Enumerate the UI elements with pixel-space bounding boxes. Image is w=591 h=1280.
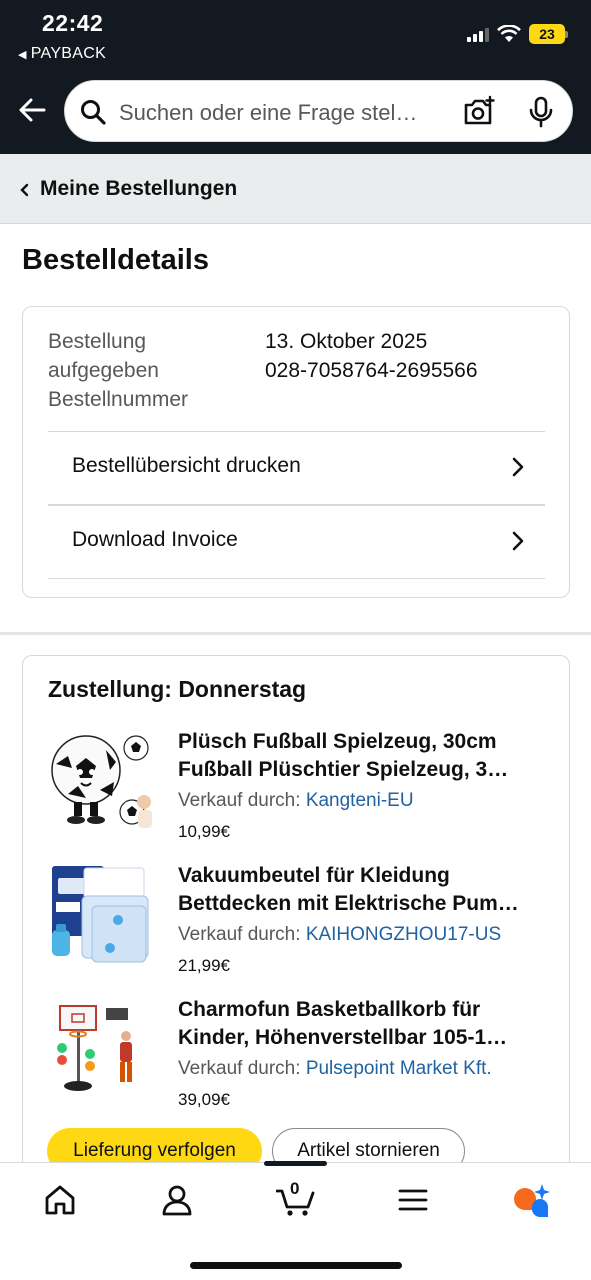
status-icons: 23 <box>467 24 568 44</box>
cellular-signal-icon <box>467 26 489 42</box>
seller-prefix: Verkauf durch: <box>178 790 301 811</box>
delivery-title: Zustellung: Donnerstag <box>48 676 307 702</box>
product-image[interactable] <box>48 996 156 1104</box>
search-placeholder: Suchen oder eine Frage stel… <box>119 100 418 125</box>
order-number-label: Bestellnummer <box>48 388 189 411</box>
rufus-assistant-icon[interactable] <box>510 1181 550 1219</box>
seller-info: Verkauf durch: Pulsepoint Market Kft. <box>178 1058 492 1080</box>
product-price: 21,99€ <box>178 956 230 975</box>
divider <box>48 578 545 579</box>
status-time: 22:42 <box>42 10 104 36</box>
seller-info: Verkauf durch: KAIHONGZHOU17-US <box>178 924 501 946</box>
product-title-line2: Kinder, Höhenverstellbar 105-1… <box>178 1026 508 1049</box>
product-title-line1: Charmofun Basketballkorb für <box>178 998 481 1021</box>
chevron-right-icon <box>512 457 524 477</box>
order-item[interactable]: Vakuumbeutel für Kleidung Bettdecken mit… <box>48 862 548 982</box>
account-icon[interactable] <box>160 1183 194 1217</box>
chevron-left-icon <box>20 183 29 197</box>
breadcrumb[interactable]: Meine Bestellungen <box>0 154 591 224</box>
chevron-right-icon <box>512 531 524 551</box>
product-title[interactable]: Vakuumbeutel für Kleidung Bettdecken mit… <box>178 862 544 918</box>
breadcrumb-label: Meine Bestellungen <box>40 177 238 200</box>
order-item[interactable]: Charmofun Basketballkorb für Kinder, Höh… <box>48 996 548 1116</box>
seller-info: Verkauf durch: Kangteni-EU <box>178 790 414 812</box>
print-summary-label: Bestellübersicht drucken <box>72 454 301 477</box>
product-image[interactable] <box>48 728 156 836</box>
back-arrow-icon[interactable] <box>16 94 48 126</box>
home-indicator <box>190 1262 402 1269</box>
product-image[interactable] <box>48 862 156 970</box>
order-placed-label-line2: aufgegeben <box>48 359 159 382</box>
menu-icon[interactable] <box>396 1183 430 1217</box>
seller-prefix: Verkauf durch: <box>178 924 301 945</box>
section-divider <box>0 632 591 635</box>
camera-search-icon[interactable] <box>462 95 496 129</box>
product-title-line2: Fußball Plüschtier Spielzeug, 3… <box>178 758 509 781</box>
back-to-app-link[interactable]: ◀ PAYBACK <box>18 45 106 63</box>
bottom-navigation: 0 <box>0 1161 591 1280</box>
battery-level: 23 <box>539 26 555 42</box>
download-invoice-label: Download Invoice <box>72 528 238 551</box>
microphone-icon[interactable] <box>526 96 556 128</box>
back-triangle-icon: ◀ <box>18 49 27 61</box>
seller-prefix: Verkauf durch: <box>178 1058 301 1079</box>
product-title-line2: Bettdecken mit Elektrische Pum… <box>178 892 519 915</box>
order-info-card: Bestellung aufgegeben Bestellnummer 13. … <box>22 306 570 598</box>
download-invoice-link[interactable]: Download Invoice <box>48 506 545 578</box>
seller-link[interactable]: Pulsepoint Market Kft. <box>306 1058 492 1079</box>
active-tab-indicator <box>264 1161 327 1166</box>
order-placed-label-line1: Bestellung <box>48 330 147 353</box>
order-placed-date: 13. Oktober 2025 <box>265 330 428 353</box>
product-price: 10,99€ <box>178 822 230 841</box>
home-icon[interactable] <box>43 1183 77 1217</box>
order-number: 028-7058764-2695566 <box>265 359 478 382</box>
product-title[interactable]: Plüsch Fußball Spielzeug, 30cm Fußball P… <box>178 728 544 784</box>
app-header: 22:42 ◀ PAYBACK 23 Suchen oder eine Frage… <box>0 0 591 154</box>
print-summary-link[interactable]: Bestellübersicht drucken <box>48 432 545 504</box>
page-title: Bestelldetails <box>22 244 209 276</box>
seller-link[interactable]: Kangteni-EU <box>306 790 414 811</box>
wifi-icon <box>497 25 521 42</box>
order-item[interactable]: Plüsch Fußball Spielzeug, 30cm Fußball P… <box>48 728 548 848</box>
product-title-line1: Vakuumbeutel für Kleidung <box>178 864 450 887</box>
product-title[interactable]: Charmofun Basketballkorb für Kinder, Höh… <box>178 996 544 1052</box>
order-info-values: 13. Oktober 2025 028-7058764-2695566 <box>265 327 478 385</box>
search-input[interactable]: Suchen oder eine Frage stel… <box>64 80 573 142</box>
cart-count-badge: 0 <box>290 1179 300 1198</box>
product-title-line1: Plüsch Fußball Spielzeug, 30cm <box>178 730 497 753</box>
back-app-label: PAYBACK <box>30 45 107 62</box>
seller-link[interactable]: KAIHONGZHOU17-US <box>306 924 501 945</box>
delivery-card: Zustellung: Donnerstag Plüsch Fußball Sp… <box>22 655 570 1215</box>
order-info-labels: Bestellung aufgegeben Bestellnummer <box>48 327 188 414</box>
product-price: 39,09€ <box>178 1090 230 1109</box>
battery-icon: 23 <box>529 24 568 44</box>
search-icon <box>81 100 106 125</box>
